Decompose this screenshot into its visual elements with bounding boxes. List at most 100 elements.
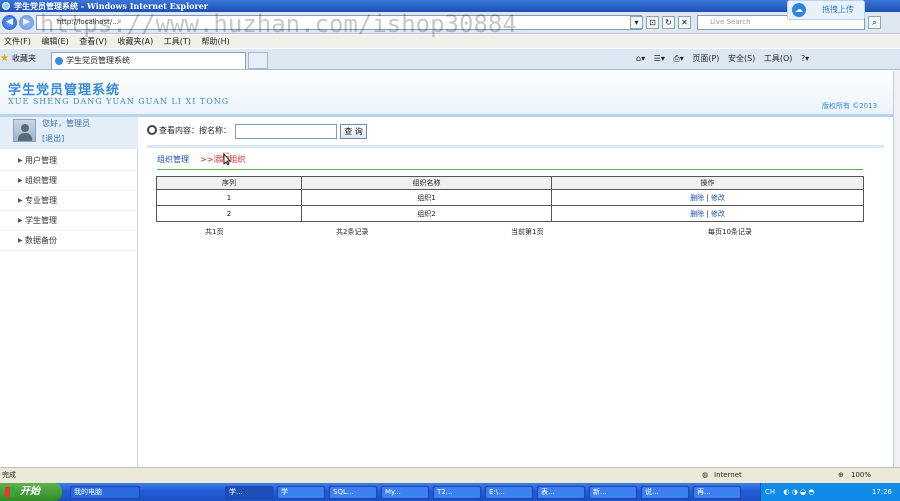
user-greeting: 您好，管理员 <box>42 119 90 128</box>
delete-link[interactable]: 删除 <box>690 194 704 202</box>
arrow-right-icon: ▶ <box>18 177 23 184</box>
ie-logo-icon <box>2 2 10 10</box>
cell-seq: 1 <box>156 189 302 206</box>
sidebar-item-orgs[interactable]: ▶ 组织管理 <box>0 171 137 191</box>
task-label: 再... <box>697 488 711 496</box>
task-label: E:\... <box>489 488 505 496</box>
delete-link[interactable]: 删除 <box>690 210 704 218</box>
section-underline <box>157 169 863 170</box>
cell-name: 组织1 <box>301 189 552 206</box>
table-row: 2 组织2 删除 | 修改 <box>156 205 864 222</box>
command-page[interactable]: 页面(P) <box>692 54 719 63</box>
tab-title: 学生党员管理系统 <box>66 56 130 65</box>
edit-link[interactable]: 修改 <box>711 210 725 218</box>
favorites-label: 收藏夹 <box>12 54 36 63</box>
status-bar: 完成 ◍ Internet ⊕ 100% <box>0 467 900 483</box>
task-button[interactable]: 再... <box>693 486 741 499</box>
pager-current-page: 当前第1页 <box>511 228 544 236</box>
current-section-link[interactable]: 组织管理 <box>157 154 189 165</box>
task-button[interactable]: 表... <box>537 486 585 499</box>
page-icon <box>55 57 63 65</box>
task-label: 表... <box>541 488 555 496</box>
sidebar-item-students[interactable]: ▶ 学生管理 <box>0 211 137 231</box>
task-button[interactable]: 学... <box>225 486 273 499</box>
arrow-right-icon: ▶ <box>18 157 23 164</box>
search-row: 查看内容：按名称： <box>147 124 231 138</box>
print-icon[interactable]: ⎙▾ <box>673 54 683 63</box>
table-header-row: 序列 组织名称 操作 <box>156 176 864 190</box>
task-button[interactable]: E:\... <box>485 486 533 499</box>
arrow-right-icon: ▶ <box>18 197 23 204</box>
search-label: 查看内容： <box>159 126 199 135</box>
task-label: 我的电脑 <box>74 488 102 496</box>
task-button[interactable]: T2... <box>433 486 481 499</box>
system-name: 学生党员管理系统 <box>8 83 121 98</box>
command-tools[interactable]: 工具(O) <box>764 54 793 63</box>
start-button[interactable]: 开始 <box>0 483 62 501</box>
sidebar-item-majors[interactable]: ▶ 专业管理 <box>0 191 137 211</box>
task-my-computer[interactable]: 我的电脑 <box>70 486 140 499</box>
watermark-text: https://www.huzhan.com/ishop30884 <box>40 10 517 38</box>
help-icon[interactable]: ?▾ <box>801 54 809 63</box>
busy-cursor-icon <box>220 152 232 166</box>
task-label: My... <box>385 488 401 496</box>
favorites-button[interactable]: ★ 收藏夹 <box>0 52 36 66</box>
sidebar-item-label: 专业管理 <box>25 196 57 205</box>
arrow-right-icon: ▶ <box>18 237 23 244</box>
task-button[interactable]: 新... <box>589 486 637 499</box>
search-icon <box>147 125 157 135</box>
zoom-level[interactable]: 100% <box>851 468 871 482</box>
sidebar-item-label: 数据备份 <box>25 236 57 245</box>
vertical-scrollbar[interactable] <box>893 71 900 467</box>
column-header-actions: 操作 <box>551 176 864 190</box>
globe-icon: ◍ <box>702 471 709 479</box>
column-header-name: 组织名称 <box>301 176 552 190</box>
pager-per-page: 每页10条记录 <box>708 228 752 236</box>
task-button[interactable]: My... <box>381 486 429 499</box>
task-button[interactable]: 学 <box>277 486 325 499</box>
security-zone: Internet <box>714 471 742 479</box>
cell-actions: 删除 | 修改 <box>551 205 864 222</box>
windows-logo-icon <box>5 487 15 497</box>
ime-indicator[interactable]: CH <box>765 488 775 496</box>
pager-total-pages: 共1页 <box>205 228 224 236</box>
sidebar-item-backup[interactable]: ▶ 数据备份 <box>0 231 137 251</box>
task-button[interactable]: 说... <box>641 486 689 499</box>
sidebar-item-label: 组织管理 <box>25 176 57 185</box>
action-separator: | <box>706 209 709 218</box>
feeds-icon[interactable]: ☰▾ <box>654 54 665 63</box>
sidebar-item-label: 学生管理 <box>25 216 57 225</box>
query-button[interactable]: 查 询 <box>340 124 367 139</box>
star-icon: ★ <box>0 53 9 64</box>
copyright-text: 版权所有 ©2013 <box>822 102 878 110</box>
cell-name: 组织2 <box>301 205 552 222</box>
sidebar-item-label: 用户管理 <box>25 156 57 165</box>
user-head-icon <box>21 124 29 132</box>
new-tab-button[interactable] <box>248 52 268 69</box>
command-safety[interactable]: 安全(S) <box>728 54 755 63</box>
cell-seq: 2 <box>156 205 302 222</box>
cell-actions: 删除 | 修改 <box>551 189 864 206</box>
zoom-icon[interactable]: ⊕ <box>838 468 844 482</box>
edit-link[interactable]: 修改 <box>711 194 725 202</box>
site-header <box>0 71 893 115</box>
tray-icons[interactable]: ◐ ◑ ◒ ◓ <box>783 488 814 496</box>
system-tray: CH ◐ ◑ ◒ ◓ 17:26 <box>760 483 900 501</box>
sidebar-item-users[interactable]: ▶ 用户管理 <box>0 151 137 171</box>
browser-tab[interactable]: 学生党员管理系统 <box>51 52 246 69</box>
start-label: 开始 <box>20 486 40 497</box>
pager-total-records: 共2条记录 <box>336 228 369 236</box>
name-search-input[interactable] <box>235 124 337 139</box>
logout-link[interactable]: [退出] <box>42 133 64 144</box>
task-label: T2... <box>437 488 453 496</box>
task-label: 学 <box>281 488 288 496</box>
arrow-right-icon: ▶ <box>18 217 23 224</box>
avatar <box>13 119 36 142</box>
home-icon[interactable]: ⌂▾ <box>636 54 645 63</box>
content-divider <box>147 145 884 148</box>
task-button[interactable]: SQL... <box>329 486 377 499</box>
user-body-icon <box>18 133 32 141</box>
task-label: SQL... <box>333 488 354 496</box>
task-label: 说... <box>645 488 659 496</box>
task-label: 学... <box>229 488 243 496</box>
